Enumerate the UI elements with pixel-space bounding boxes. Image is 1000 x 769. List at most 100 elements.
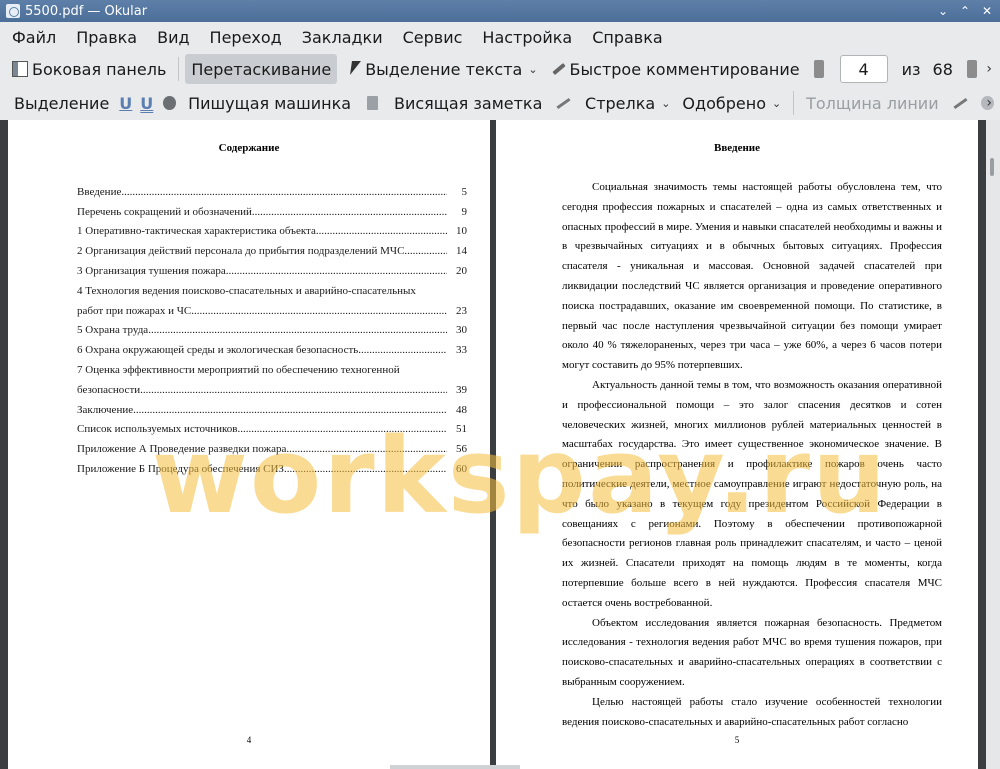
toc-entry-page: 48: [456, 403, 467, 416]
previous-page-button[interactable]: [813, 60, 824, 78]
toc-leader-dots: ........................................…: [148, 324, 447, 337]
toc-entry[interactable]: 2 Организация действий персонала до приб…: [77, 241, 467, 261]
toc-leader-dots: ........................................…: [121, 185, 447, 198]
intro-body: Социальная значимость темы настоящей раб…: [562, 178, 942, 732]
toc-entry[interactable]: 7 Оценка эффективности мероприятий по об…: [77, 360, 467, 380]
arrow-label: Стрелка: [585, 93, 656, 113]
line-width-label: Толщина линии: [806, 93, 939, 113]
toc-entry-title: 6 Охрана окружающей среды и экологическа…: [77, 344, 359, 357]
toc-entry-title: безопасности: [77, 383, 141, 396]
pdf-page-4: Содержание Введение.....................…: [8, 120, 490, 769]
table-of-contents: Введение................................…: [77, 182, 467, 479]
sidebar-button[interactable]: Боковая панель: [6, 54, 172, 84]
sidebar-label: Боковая панель: [32, 59, 167, 79]
toc-entry-title: работ при пожарах и ЧС: [77, 304, 192, 317]
toc-leader-dots: ........................................…: [133, 403, 447, 416]
minimize-button[interactable]: ⌄: [936, 4, 950, 18]
hanging-note-tool[interactable]: Висящая заметка: [388, 88, 548, 118]
menu-edit[interactable]: Правка: [68, 28, 145, 47]
approved-stamp-tool[interactable]: Одобрено ⌄: [676, 88, 787, 118]
menu-help[interactable]: Справка: [584, 28, 671, 47]
toc-entry[interactable]: 1 Оперативно-тактическая характеристика …: [77, 222, 467, 242]
toc-entry[interactable]: Перечень сокращений и обозначений.......…: [77, 202, 467, 222]
toc-entry[interactable]: безопасности............................…: [77, 380, 467, 400]
page-number-input[interactable]: 4: [839, 55, 888, 83]
page-total: 68: [932, 59, 953, 79]
paragraph: Объектом исследования является пожарная …: [562, 616, 942, 688]
strikeout-icon[interactable]: [163, 96, 177, 110]
toc-leader-dots: ........................................…: [251, 205, 447, 218]
quick-comment-label: Быстрое комментирование: [569, 59, 800, 79]
horizontal-scrollbar[interactable]: [390, 765, 520, 769]
vertical-scrollbar[interactable]: [986, 120, 1000, 769]
toc-entry-title: 7 Оценка эффективности мероприятий по об…: [77, 364, 400, 377]
toc-entry[interactable]: Приложение Б Процедура обеспечения СИЗ..…: [77, 459, 467, 479]
toc-entry[interactable]: 3 Организация тушения пожара............…: [77, 261, 467, 281]
menu-file[interactable]: Файл: [4, 28, 64, 47]
paragraph: Социальная значимость темы настоящей раб…: [562, 181, 942, 372]
menu-go[interactable]: Переход: [202, 28, 290, 47]
menu-view[interactable]: Вид: [149, 28, 197, 47]
toolbar-overflow-icon[interactable]: ›: [986, 95, 992, 111]
next-page-button[interactable]: [966, 60, 977, 78]
page-number: 4: [246, 735, 252, 745]
menu-tools[interactable]: Сервис: [395, 28, 471, 47]
toolbar-separator: [793, 91, 795, 115]
chevron-down-icon[interactable]: ⌄: [772, 97, 781, 110]
document-viewer[interactable]: Содержание Введение.....................…: [0, 120, 1000, 769]
toc-entry[interactable]: 5 Охрана труда..........................…: [77, 321, 467, 341]
annotation-toolbar: Выделение U U Пишущая машинка Висящая за…: [0, 86, 1000, 120]
maximize-button[interactable]: ⌃: [958, 4, 972, 18]
selection-label: Выделение: [14, 93, 110, 113]
arrow-tool[interactable]: Стрелка ⌄: [579, 88, 676, 118]
chevron-down-icon[interactable]: ⌄: [528, 63, 537, 76]
squiggle-underline-icon[interactable]: U: [136, 94, 157, 113]
toolbar-overflow-icon[interactable]: ›: [986, 61, 992, 77]
toc-entry-page: 5: [461, 185, 468, 198]
underline-icon[interactable]: U: [115, 94, 136, 113]
toc-entry[interactable]: 6 Охрана окружающей среды и экологическа…: [77, 340, 467, 360]
selection-tool[interactable]: Выделение: [8, 88, 115, 118]
page-of-label: из: [901, 59, 921, 79]
color-icon[interactable]: [953, 96, 968, 110]
toc-heading: Содержание: [218, 142, 280, 154]
chevron-down-icon[interactable]: ⌄: [661, 97, 670, 110]
toc-entry-title: Список используемых источников: [77, 423, 238, 436]
toc-entry-title: 3 Организация тушения пожара: [77, 265, 226, 278]
toc-entry[interactable]: Приложение А Проведение разведки пожара.…: [77, 439, 467, 459]
line-width-tool[interactable]: Толщина линии: [800, 88, 945, 118]
menu-settings[interactable]: Настройка: [474, 28, 580, 47]
toolbar-separator: [178, 57, 180, 81]
menu-bookmarks[interactable]: Закладки: [294, 28, 391, 47]
toc-entry-title: Перечень сокращений и обозначений: [77, 205, 252, 218]
toc-entry-page: 14: [456, 245, 467, 258]
toc-entry-title: 1 Оперативно-тактическая характеристика …: [77, 225, 316, 238]
toc-entry-title: 2 Организация действий персонала до приб…: [77, 245, 405, 258]
toc-entry-title: Заключение: [77, 403, 134, 416]
toc-entry[interactable]: 4 Технология ведения поисково-спасательн…: [77, 281, 467, 301]
toc-entry[interactable]: Список используемых источников..........…: [77, 420, 467, 440]
scrollbar-thumb[interactable]: [990, 158, 994, 176]
quick-comment-button[interactable]: Быстрое комментирование: [544, 54, 806, 84]
paragraph: Целью настоящей работы стало изучение ос…: [562, 695, 942, 728]
toc-leader-dots: ........................................…: [237, 423, 448, 436]
typewriter-tool[interactable]: Пишущая машинка: [182, 88, 357, 118]
typewriter-label: Пишущая машинка: [188, 93, 352, 113]
toc-entry-title: 4 Технология ведения поисково-спасательн…: [77, 284, 416, 297]
toc-entry-page: 60: [456, 463, 467, 476]
toc-leader-dots: ........................................…: [404, 245, 447, 258]
toc-entry[interactable]: работ при пожарах и ЧС..................…: [77, 301, 467, 321]
toc-leader-dots: ........................................…: [225, 265, 447, 278]
close-button[interactable]: ✕: [980, 4, 994, 18]
toc-entry-page: 56: [456, 443, 467, 456]
toc-entry[interactable]: Заключение..............................…: [77, 400, 467, 420]
toc-entry-page: 23: [456, 304, 467, 317]
text-select-button[interactable]: Выделение текста ⌄: [343, 54, 543, 84]
drag-mode-button[interactable]: Перетаскивание: [185, 54, 338, 84]
main-toolbar: Боковая панель Перетаскивание Выделение …: [0, 52, 1000, 86]
arrow-icon: [556, 96, 571, 110]
cursor-icon: [349, 61, 361, 77]
note-icon: [367, 96, 378, 110]
page-number: 5: [734, 735, 740, 745]
toc-entry[interactable]: Введение................................…: [77, 182, 467, 202]
